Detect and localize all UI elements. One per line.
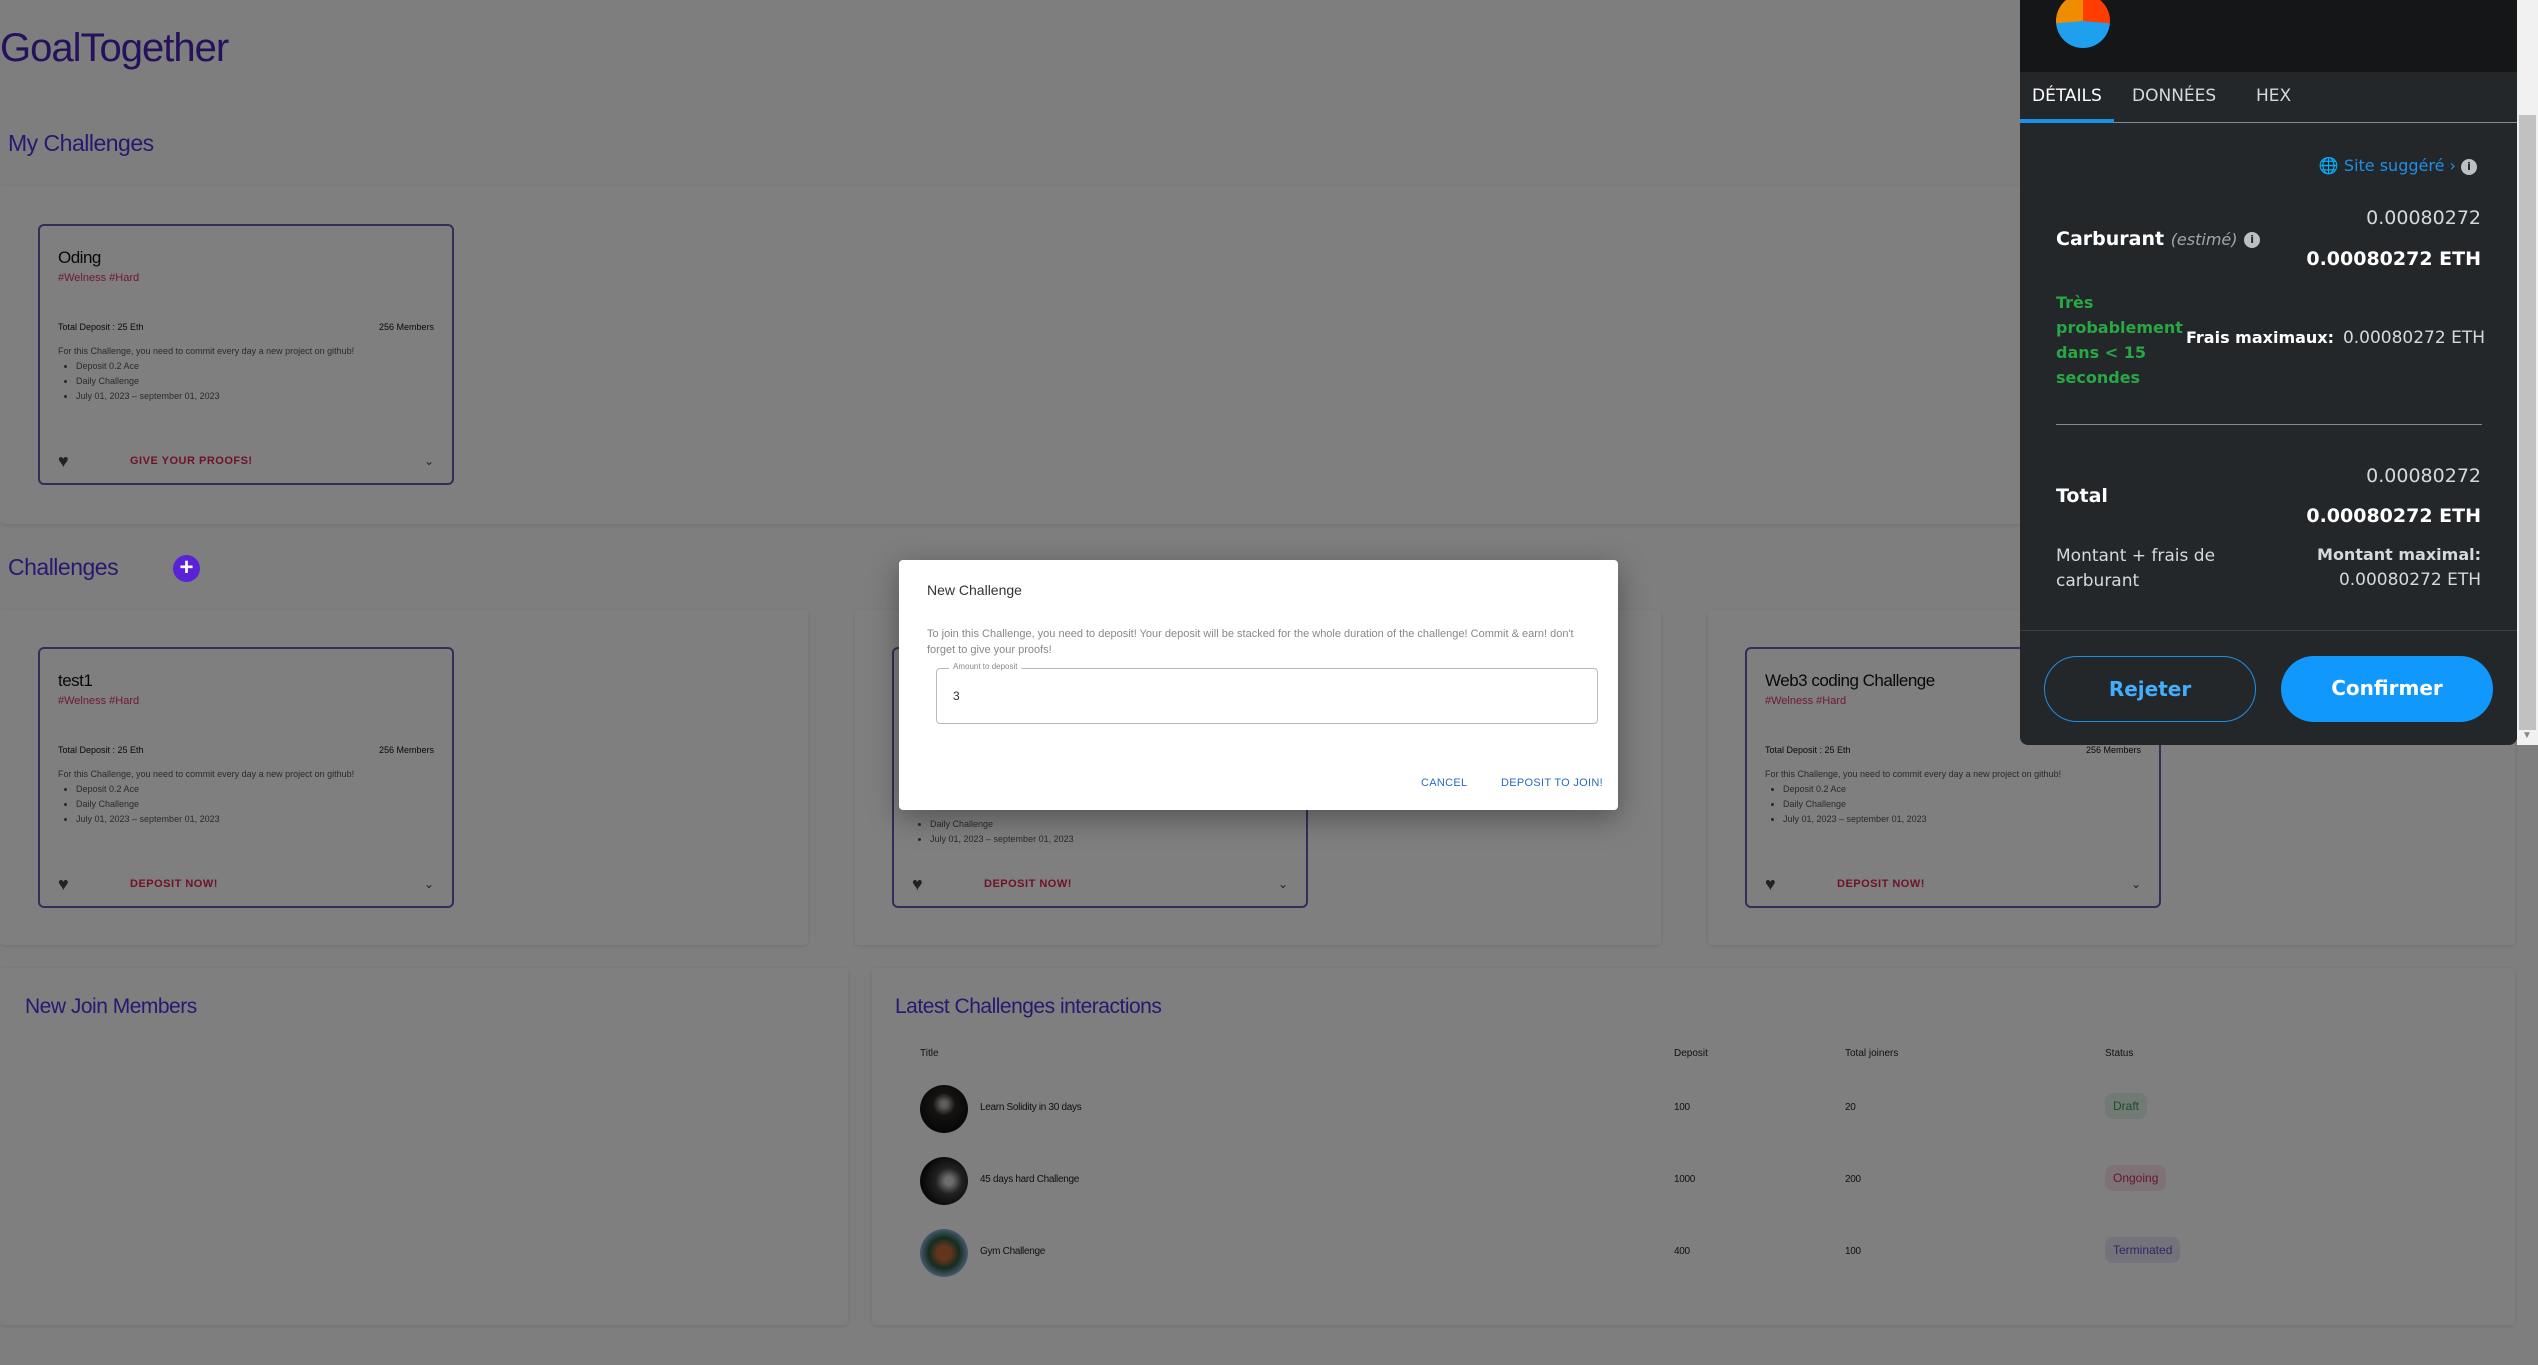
dialog-title: New Challenge — [927, 582, 1022, 598]
scrollbar-thumb[interactable] — [2519, 115, 2536, 730]
wallet-account-icon — [2056, 0, 2110, 48]
gas-value-eth: 0.00080272 ETH — [2306, 248, 2481, 270]
scroll-down-icon[interactable]: ▼ — [2522, 730, 2532, 741]
amount-label: Amount to deposit — [949, 660, 1022, 674]
add-challenge-button[interactable]: + — [173, 555, 200, 582]
tab-hex[interactable]: HEX — [2256, 86, 2291, 106]
wallet-popup: DÉTAILS DONNÉES HEX 🌐 Site suggéré › i 0… — [2020, 0, 2517, 745]
active-tab-indicator — [2020, 119, 2114, 123]
gas-estimated: (estimé) — [2170, 230, 2238, 249]
site-suggested-label: Site suggéré — [2343, 156, 2445, 175]
gas-label: Carburant (estimé) i — [2056, 228, 2261, 250]
reject-button[interactable]: Rejeter — [2044, 656, 2256, 722]
divider — [2020, 630, 2517, 631]
site-suggested-link[interactable]: 🌐 Site suggéré › i — [2319, 156, 2477, 175]
gas-label-text: Carburant — [2056, 228, 2165, 250]
info-icon[interactable]: i — [2461, 158, 2477, 175]
cancel-button[interactable]: CANCEL — [1421, 777, 1467, 789]
max-amount-label: Montant maximal: — [2317, 545, 2481, 564]
amount-plus-fee: Montant + frais de carburant — [2056, 546, 2216, 591]
max-fee-value: 0.00080272 ETH — [2342, 328, 2485, 348]
dialog-text: To join this Challenge, you need to depo… — [927, 628, 1574, 656]
likely-time: Très probablement dans < 15 secondes — [2056, 293, 2183, 387]
gas-value: 0.00080272 — [2366, 207, 2481, 229]
tab-data[interactable]: DONNÉES — [2132, 86, 2216, 106]
amount-value: 3 — [953, 689, 960, 703]
max-fee-label: Frais maximaux: — [2186, 328, 2335, 347]
total-value-eth: 0.00080272 ETH — [2306, 505, 2481, 527]
globe-icon: 🌐 — [2318, 156, 2339, 175]
new-challenge-dialog: New Challenge To join this Challenge, yo… — [899, 560, 1618, 810]
confirm-button[interactable]: Confirmer — [2281, 656, 2493, 722]
divider — [2056, 424, 2482, 425]
total-value: 0.00080272 — [2366, 465, 2481, 487]
total-label: Total — [2056, 485, 2108, 507]
max-amount-value: 0.00080272 ETH — [2338, 570, 2481, 590]
scrollbar[interactable]: ▼ — [2517, 0, 2538, 745]
info-icon[interactable]: i — [2244, 231, 2261, 248]
tab-details[interactable]: DÉTAILS — [2032, 86, 2102, 106]
deposit-to-join-button[interactable]: DEPOSIT TO JOIN! — [1501, 777, 1603, 789]
amount-input[interactable]: Amount to deposit 3 — [936, 660, 1598, 724]
